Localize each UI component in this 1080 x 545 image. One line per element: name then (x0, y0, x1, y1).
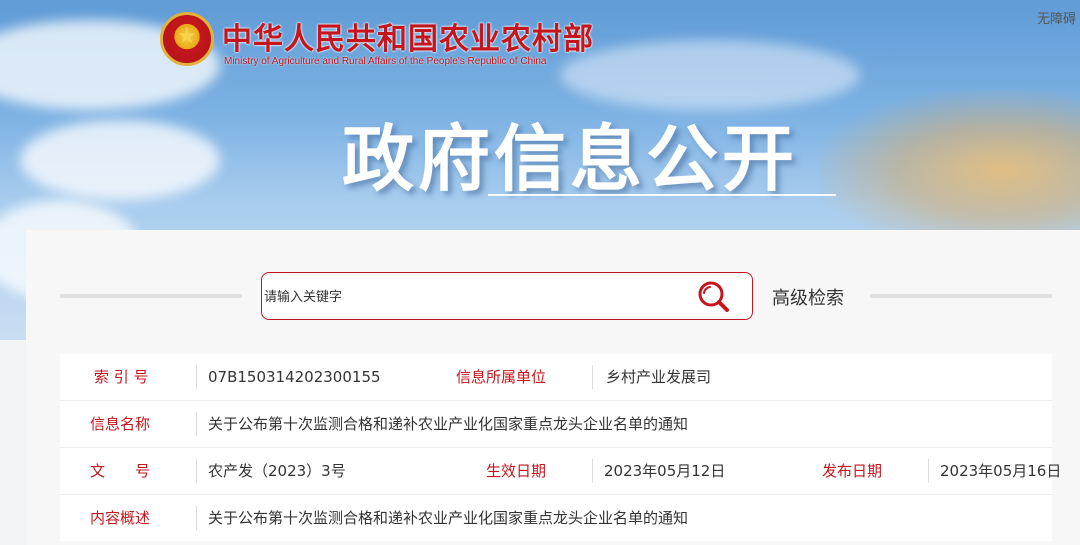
national-emblem-icon: ★ (160, 12, 214, 66)
table-row: 索 引 号 07B150314202300155 信息所属单位 乡村产业发展司 (60, 354, 1052, 401)
divider (196, 412, 197, 436)
publish-date-value: 2023年05月16日 (940, 462, 1062, 480)
effective-date-label: 生效日期 (486, 462, 547, 480)
table-row: 文 号 农产发（2023）3号 生效日期 2023年05月12日 发布日期 20… (60, 448, 1061, 495)
name-value: 关于公布第十次监测合格和递补农业产业化国家重点龙头企业名单的通知 (208, 415, 689, 433)
unit-value: 乡村产业发展司 (606, 368, 712, 386)
divider (196, 459, 197, 483)
index-value: 07B150314202300155 (208, 368, 381, 386)
search-box (261, 272, 753, 321)
content-card: 高级检索 索 引 号 07B150314202300155 信息所属单位 乡村产… (26, 230, 1080, 545)
wheat-decoration (820, 90, 1080, 250)
divider (928, 459, 929, 483)
publish-date-label: 发布日期 (822, 462, 883, 480)
advanced-search-link[interactable]: 高级检索 (772, 284, 844, 310)
doc-no-label: 文 号 (90, 462, 151, 480)
search-input[interactable] (262, 273, 686, 321)
org-name-en: Ministry of Agriculture and Rural Affair… (224, 56, 547, 67)
divider (196, 365, 197, 389)
info-table: 索 引 号 07B150314202300155 信息所属单位 乡村产业发展司 … (60, 354, 1061, 541)
org-name-cn[interactable]: 中华人民共和国农业农村部 (222, 14, 594, 58)
search-row: 高级检索 (26, 272, 1080, 322)
divider (592, 365, 593, 389)
page-title: 政府信息公开 (342, 116, 799, 201)
title-underline (488, 194, 836, 196)
summary-label: 内容概述 (90, 509, 151, 527)
summary-value: 关于公布第十次监测合格和递补农业产业化国家重点龙头企业名单的通知 (208, 509, 689, 527)
effective-date-value: 2023年05月12日 (604, 462, 726, 480)
cloud-decoration (20, 120, 220, 200)
accessibility-link[interactable]: 无障碍 (1037, 8, 1076, 27)
unit-label: 信息所属单位 (456, 368, 547, 386)
divider (870, 294, 1052, 298)
divider (592, 459, 593, 483)
search-icon (698, 281, 729, 312)
index-label: 索 引 号 (94, 368, 149, 386)
table-row: 内容概述 关于公布第十次监测合格和递补农业产业化国家重点龙头企业名单的通知 (60, 495, 1052, 541)
search-button[interactable] (696, 279, 732, 315)
divider (60, 294, 242, 298)
name-label: 信息名称 (90, 415, 151, 433)
table-row: 信息名称 关于公布第十次监测合格和递补农业产业化国家重点龙头企业名单的通知 (60, 401, 1052, 448)
divider (196, 506, 197, 530)
doc-no-value: 农产发（2023）3号 (208, 462, 346, 480)
